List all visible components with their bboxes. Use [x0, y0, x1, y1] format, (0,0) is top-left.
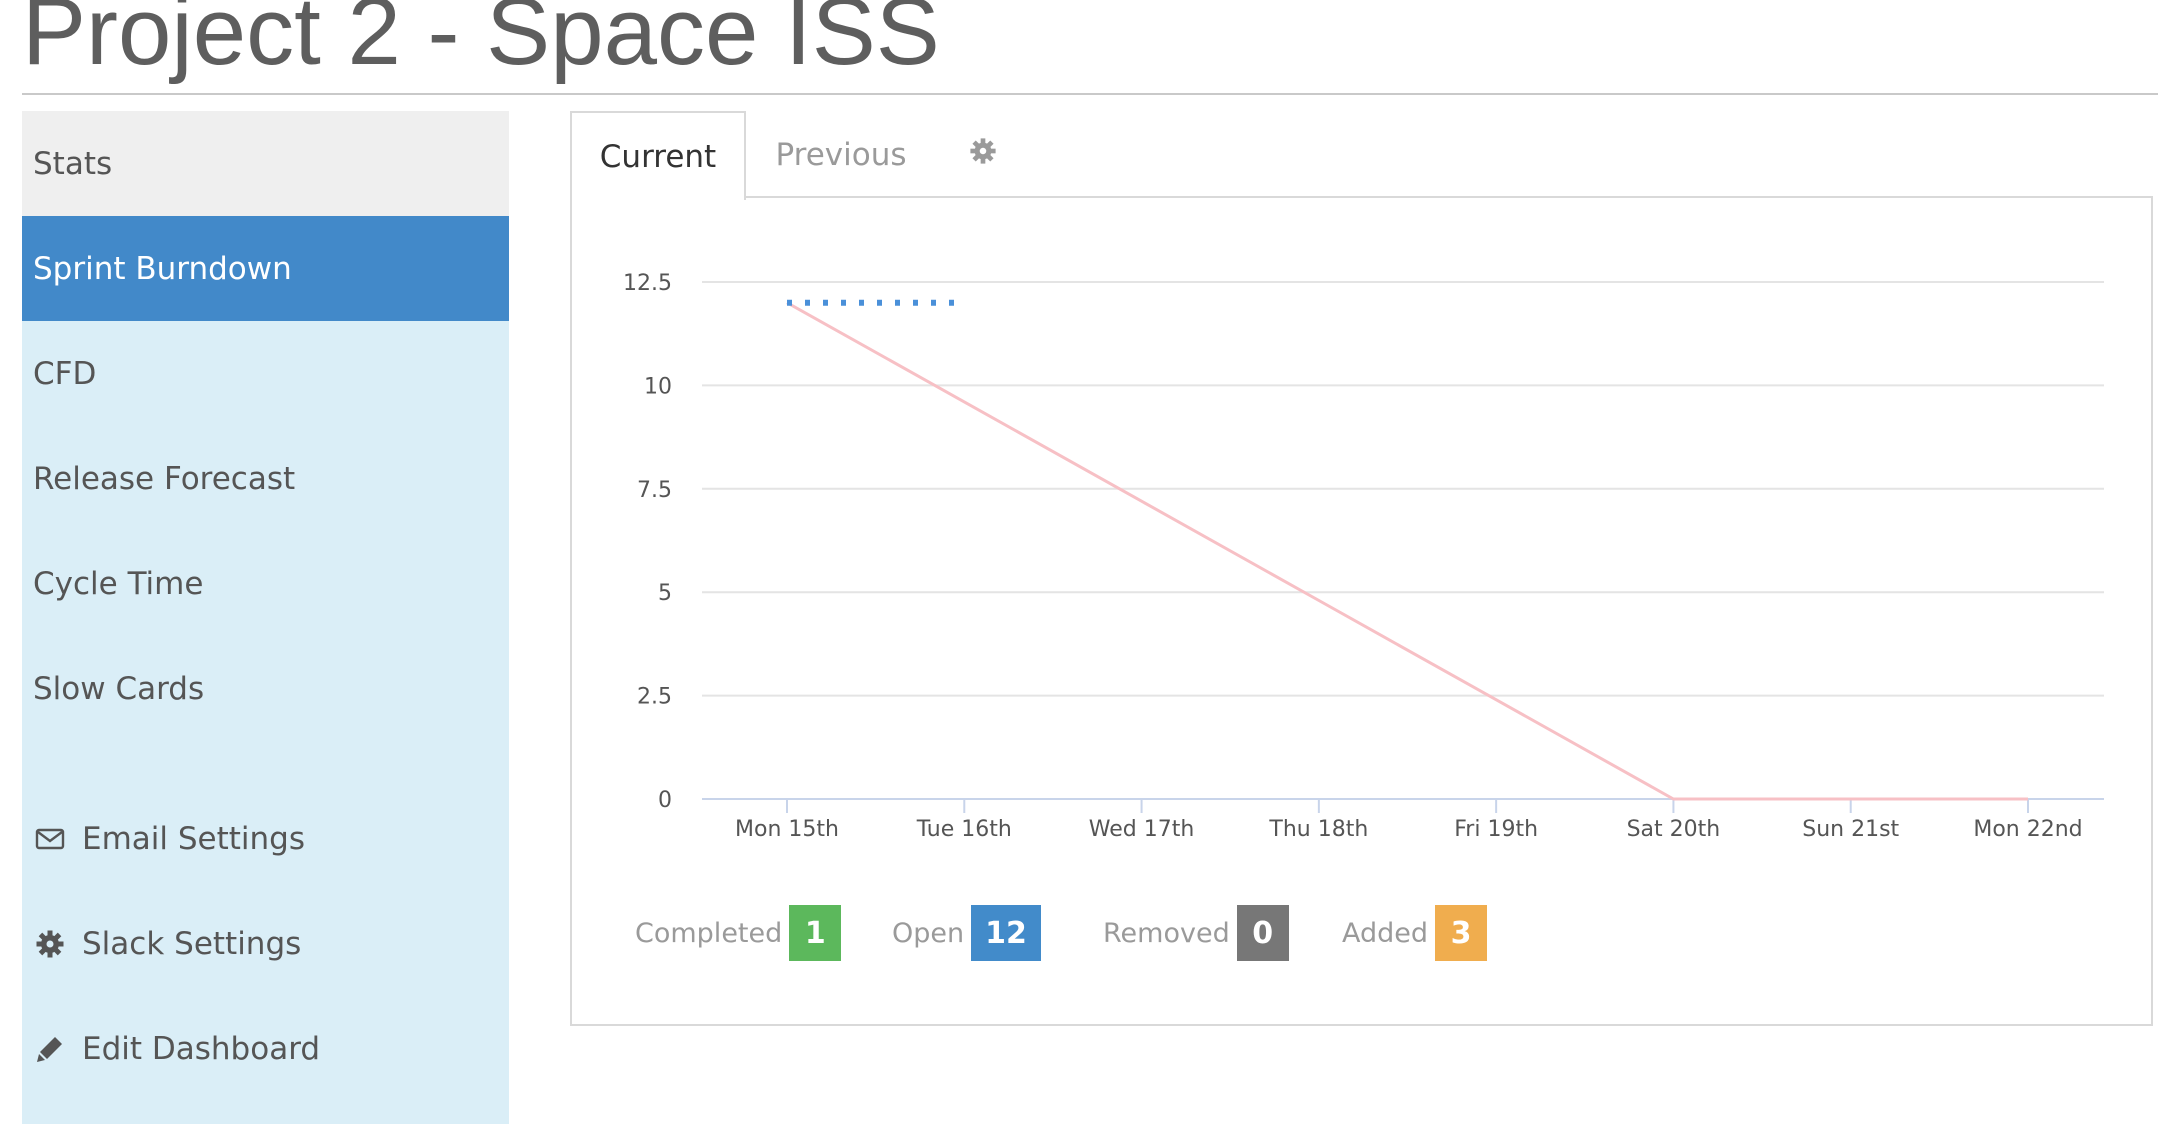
sidebar-item-label: Edit Dashboard: [82, 1030, 321, 1067]
legend-label: Added: [1342, 917, 1429, 949]
sidebar: Stats Sprint Burndown CFD Release Foreca…: [22, 111, 509, 1124]
x-tick-label: Sun 21st: [1802, 817, 1899, 842]
sidebar-item-label: Slack Settings: [82, 925, 302, 962]
x-tick-label: Mon 15th: [735, 817, 839, 842]
sidebar-item-slow-cards[interactable]: Slow Cards: [22, 636, 509, 741]
y-tick-label: 12.5: [623, 271, 672, 296]
x-tick-label: Mon 22nd: [1973, 817, 2082, 842]
sidebar-item-label: Email Settings: [82, 820, 306, 857]
sidebar-item-label: Release Forecast: [33, 460, 296, 497]
removed-count-badge: 0: [1236, 905, 1289, 961]
chart-panel: 0 2.5 5 7.5 10 12.5 Mon 15th Tue 16th Wed 17th Th…: [570, 196, 2153, 1026]
sidebar-item-cycle-time[interactable]: Cycle Time: [22, 531, 509, 636]
legend-label: Completed: [635, 917, 783, 949]
page-title: Project 2 - Space ISS: [22, 0, 940, 85]
legend-label: Removed: [1103, 917, 1230, 949]
tab-current[interactable]: Current: [570, 111, 746, 200]
added-count-badge: 3: [1435, 905, 1488, 961]
y-tick-label: 7.5: [637, 478, 672, 503]
sidebar-item-label: Sprint Burndown: [33, 250, 292, 287]
sidebar-item-edit-dashboard[interactable]: Edit Dashboard: [22, 996, 509, 1101]
open-count-badge: 12: [971, 905, 1041, 961]
y-tick-label: 10: [644, 374, 672, 399]
tab-previous[interactable]: Previous: [746, 111, 936, 198]
tab-label: Current: [599, 138, 717, 175]
pencil-icon: [33, 1032, 67, 1066]
tab-settings[interactable]: [948, 111, 1018, 198]
sidebar-item-sprint-burndown[interactable]: Sprint Burndown: [22, 216, 509, 321]
legend-open: Open 12: [892, 905, 1041, 961]
envelope-icon: [33, 822, 67, 856]
gear-icon: [33, 927, 67, 961]
ideal-line: [786, 301, 2028, 801]
x-tick-label: Tue 16th: [916, 817, 1012, 842]
title-divider: [22, 93, 2158, 95]
burndown-chart: 0 2.5 5 7.5 10 12.5 Mon 15th Tue 16th Wed 17th Th…: [623, 271, 2104, 842]
legend-completed: Completed 1: [635, 905, 842, 961]
tab-label: Previous: [775, 136, 907, 173]
sidebar-item-label: Slow Cards: [33, 670, 205, 707]
legend-label: Open: [892, 917, 965, 949]
sidebar-item-stats[interactable]: Stats: [22, 111, 509, 216]
sidebar-item-cfd[interactable]: CFD: [22, 321, 509, 426]
gear-icon: [969, 137, 997, 173]
x-tick-label: Fri 19th: [1454, 817, 1538, 842]
y-tick-label: 0: [658, 788, 672, 813]
sidebar-item-label: CFD: [33, 355, 97, 392]
x-tick-label: Thu 18th: [1268, 817, 1368, 842]
sidebar-item-slack-settings[interactable]: Slack Settings: [22, 891, 509, 996]
x-tick-label: Sat 20th: [1627, 817, 1721, 842]
y-tick-label: 5: [658, 581, 672, 606]
y-tick-label: 2.5: [637, 685, 672, 710]
completed-count-badge: 1: [789, 905, 842, 961]
legend-removed: Removed 0: [1103, 905, 1289, 961]
legend-added: Added 3: [1342, 905, 1488, 961]
x-tick-label: Wed 17th: [1089, 817, 1195, 842]
sidebar-item-release-forecast[interactable]: Release Forecast: [22, 426, 509, 531]
sidebar-item-email-settings[interactable]: Email Settings: [22, 786, 509, 891]
sidebar-item-label: Stats: [33, 145, 113, 182]
sidebar-item-label: Cycle Time: [33, 565, 204, 602]
